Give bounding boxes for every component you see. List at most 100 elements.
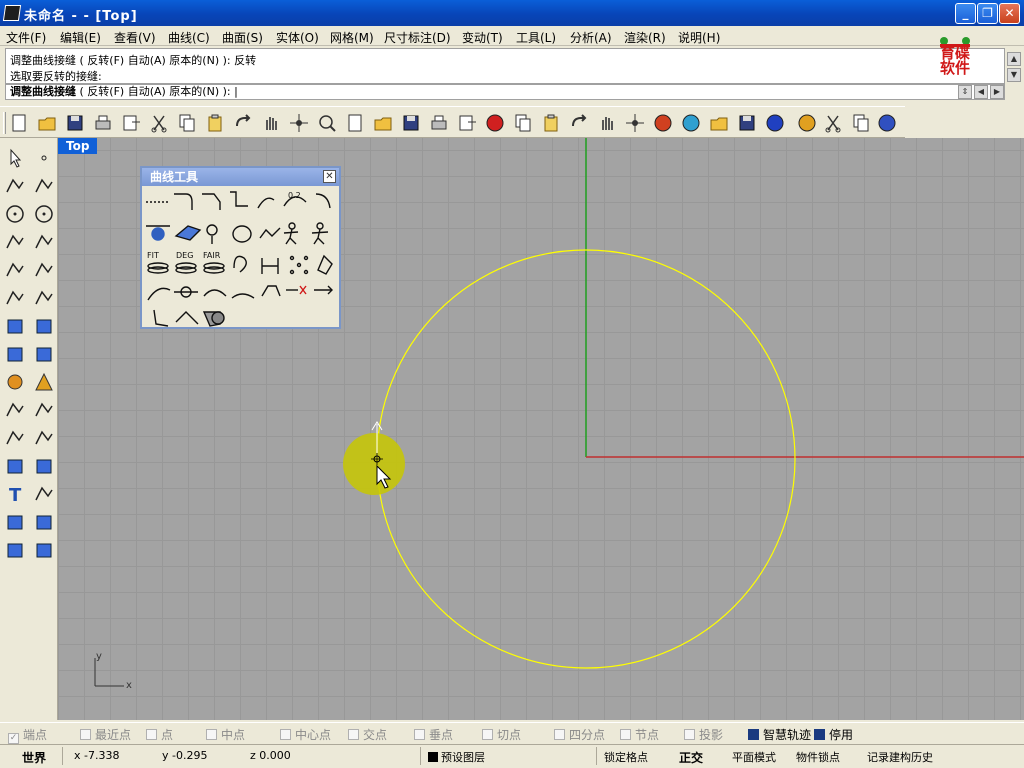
paste-icon[interactable] [204,112,226,134]
fit-curve-icon[interactable] [147,262,169,274]
copy-icon[interactable] [176,112,198,134]
split-icon[interactable] [32,398,56,422]
menu-solid[interactable]: 实体(O) [276,29,319,46]
osnap-4[interactable]: 中点 [206,726,245,743]
cone-icon[interactable] [796,112,818,134]
menu-analyze[interactable]: 分析(A) [570,29,612,46]
group-icon[interactable] [32,426,56,450]
current-layer[interactable]: 预设图层 [428,749,485,765]
circle-icon[interactable] [3,202,27,226]
osnap-11[interactable]: 投影 [684,726,723,743]
osnap-6[interactable]: 交点 [348,726,387,743]
rotate-view-icon[interactable] [288,112,310,134]
osnap-checkbox[interactable] [684,729,695,740]
spin-icon[interactable]: ⇕ [958,85,972,99]
osnap-checkbox[interactable] [748,729,759,740]
import-icon[interactable] [120,112,142,134]
sphere-mesh-icon[interactable] [736,112,758,134]
array-icon[interactable] [3,510,27,534]
undo-view-icon[interactable] [428,112,450,134]
maximize-button[interactable]: ❐ [977,3,998,24]
rhino-app-icon[interactable] [2,5,22,21]
plane-icon[interactable] [512,112,534,134]
dimension-icon[interactable] [32,538,56,562]
move-icon[interactable] [32,482,56,506]
layer-icon[interactable] [652,112,674,134]
osnap-5[interactable]: 中心点 [280,726,331,743]
osnap-icon[interactable] [568,112,590,134]
edit-point-icon[interactable] [261,285,281,297]
box-icon[interactable] [3,314,27,338]
split-curve-icon[interactable] [153,309,169,327]
circle-target-icon[interactable] [540,112,562,134]
control-points-icon[interactable] [289,255,309,275]
sphere-shaded-icon[interactable] [764,112,786,134]
osnap-12[interactable]: 智慧轨迹 [748,726,811,743]
arc-icon[interactable] [3,230,27,254]
refit-icon[interactable] [261,258,279,274]
lock-icon[interactable] [624,112,646,134]
delete-point-icon[interactable] [286,285,307,295]
osnap-checkbox[interactable] [414,729,425,740]
open-folder-icon[interactable] [36,112,58,134]
mesh-plane-icon[interactable] [32,342,56,366]
fair-curve-icon[interactable] [203,262,225,274]
osnap-13[interactable]: 停用 [814,726,853,743]
smooth-icon[interactable] [231,293,255,299]
menu-view[interactable]: 查看(V) [114,29,156,46]
gear-options-icon[interactable] [822,112,844,134]
menu-file[interactable]: 文件(F) [6,29,46,46]
print-icon[interactable] [92,112,114,134]
contour-icon[interactable] [259,227,281,239]
fillet-curve-icon[interactable] [32,258,56,282]
polyline-icon[interactable] [3,174,27,198]
spheres-icon[interactable] [32,314,56,338]
panel-title[interactable]: 曲线工具 [142,168,339,186]
car-render-icon[interactable] [484,112,506,134]
osnap-2[interactable]: 最近点 [80,726,131,743]
point-icon[interactable] [32,146,56,170]
snap-toggle[interactable]: 锁定格点 [604,749,648,765]
polygon-curve-icon[interactable] [317,254,333,275]
scale-icon[interactable] [32,510,56,534]
curve-on-surface-icon[interactable] [146,225,170,241]
menu-mesh[interactable]: 网格(M) [330,29,374,46]
menu-dimension[interactable]: 尺寸标注(D) [384,29,451,46]
panel-close-button[interactable]: ✕ [323,170,336,183]
insert-knot-icon[interactable] [147,287,171,301]
osnap-checkbox[interactable] [80,729,91,740]
menu-edit[interactable]: 编辑(E) [60,29,101,46]
text-icon[interactable]: T [3,482,27,506]
osnap-checkbox[interactable] [206,729,217,740]
save-icon[interactable] [64,112,86,134]
osnap-10[interactable]: 节点 [620,726,659,743]
four-viewports-icon[interactable] [456,112,478,134]
add-kink-icon[interactable] [174,286,198,298]
prev-icon[interactable]: ◀ [974,85,988,99]
polygon-icon[interactable] [3,258,27,282]
zoom-extents-icon[interactable] [372,112,394,134]
osnap-checkbox[interactable] [482,729,493,740]
osnap-toggle[interactable]: 物件锁点 [796,749,840,765]
viewport-tab-top[interactable]: Top [58,138,98,154]
menu-curve[interactable]: 曲线(C) [168,29,210,46]
remove-knot-icon[interactable] [203,289,227,297]
connect-icon[interactable] [230,191,248,207]
planar-toggle[interactable]: 平面模式 [732,749,776,765]
light-bulb-icon[interactable] [596,112,618,134]
osnap-checkbox[interactable] [146,729,157,740]
osnap-3[interactable]: 点 [146,726,173,743]
scroll-up-icon[interactable]: ▲ [1007,52,1021,66]
osnap-checkbox[interactable]: ✓ [8,733,19,744]
change-degree-icon[interactable] [175,262,197,274]
ortho-toggle[interactable]: 正交 [679,749,703,766]
crop-icon[interactable] [850,112,872,134]
pan-hand-icon[interactable] [260,112,282,134]
osnap-8[interactable]: 切点 [482,726,521,743]
command-prompt[interactable]: 调整曲线接缝 ( 反转(F) 自动(A) 原本的(N) ): | ⇕ ◀ ▶ [5,84,1005,100]
duplicate-edge-icon[interactable] [232,225,252,243]
rebuild-icon[interactable] [233,255,247,273]
join-curve-icon[interactable] [175,311,199,325]
osnap-9[interactable]: 四分点 [554,726,605,743]
cylinder-icon[interactable] [3,342,27,366]
